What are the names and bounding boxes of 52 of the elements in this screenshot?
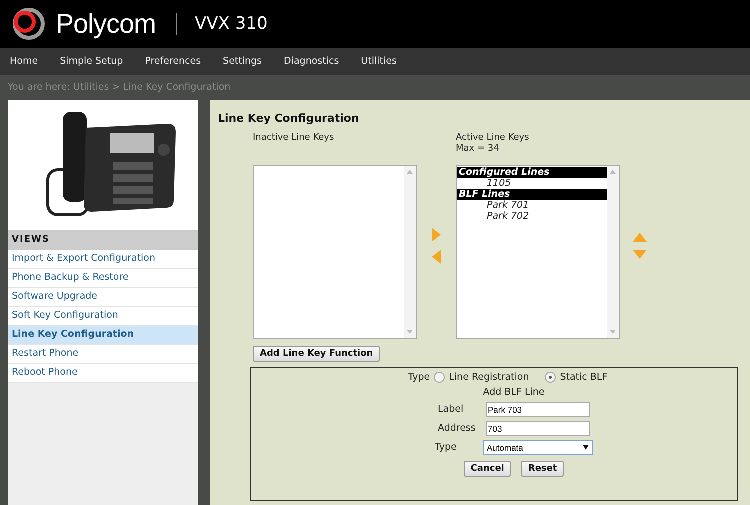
field-label: Address	[438, 423, 477, 434]
move-up-icon[interactable]	[632, 233, 646, 242]
radio-label: Line Registration	[449, 372, 530, 383]
radio-label: Static BLF	[560, 372, 608, 383]
type-dropdown[interactable]: Automata	[483, 440, 593, 455]
type-label: Type	[408, 372, 430, 383]
list-label: Inactive Line Keys	[253, 133, 336, 144]
active-keys-list[interactable]: Configured Lines 1105 BLF Lines Park 701 Park 702	[456, 165, 620, 339]
move-left-icon[interactable]	[432, 250, 441, 264]
model-name: VVX 310	[195, 14, 268, 34]
page-title: Line Key Configuration	[218, 112, 360, 125]
sidebar-item[interactable]: Soft Key Configuration	[8, 307, 198, 326]
nav-link[interactable]: Simple Setup	[60, 56, 124, 67]
scroll-down-icon[interactable]	[610, 330, 616, 334]
list-item[interactable]: Park 701	[457, 200, 607, 211]
add-line-key-button[interactable]: Add Line Key Function	[253, 346, 380, 362]
breadcrumb: You are here: Utilities > Line Key Configuration	[8, 82, 231, 93]
scroll-down-icon[interactable]	[407, 330, 413, 334]
caret-icon	[583, 445, 589, 450]
sidebar-item[interactable]: Import & Export Configuration	[8, 250, 198, 269]
form-subtitle: Add BLF Line	[483, 387, 545, 398]
radio-button[interactable]	[434, 372, 446, 383]
nav-link[interactable]: Settings	[223, 56, 262, 67]
sidebar-item[interactable]: Phone Backup & Restore	[8, 269, 198, 288]
form-button[interactable]: Cancel	[464, 461, 512, 477]
nav-link[interactable]: Diagnostics	[284, 56, 340, 67]
logo-icon	[12, 7, 46, 41]
views-heading: VIEWS	[8, 230, 198, 250]
sidebar-item[interactable]: Restart Phone	[8, 345, 198, 364]
nav-link[interactable]: Home	[10, 56, 38, 67]
group-header: BLF Lines	[457, 189, 607, 200]
sidebar-item[interactable]: Software Upgrade	[8, 288, 198, 307]
nav-link[interactable]: Utilities	[361, 56, 397, 67]
scroll-up-icon[interactable]	[610, 170, 616, 174]
brand-name: Polycom	[56, 8, 156, 40]
list-item[interactable]: Park 702	[457, 211, 607, 222]
move-down-icon[interactable]	[632, 250, 646, 259]
form-button[interactable]: Reset	[521, 461, 564, 477]
nav-link[interactable]: Preferences	[145, 56, 202, 67]
sidebar-item[interactable]: Reboot Phone	[8, 364, 198, 383]
field-label: Type	[435, 442, 458, 453]
list-label: Active Line Keys	[456, 133, 530, 144]
move-right-icon[interactable]	[432, 228, 441, 242]
list-item[interactable]: 1105	[457, 178, 607, 189]
scroll-up-icon[interactable]	[407, 170, 413, 174]
text-field[interactable]: 703	[486, 421, 590, 436]
max-note: Max = 34	[456, 144, 500, 155]
text-field[interactable]: Park 703	[486, 402, 590, 417]
sidebar-item[interactable]: Line Key Configuration	[8, 326, 198, 345]
field-label: Label	[438, 404, 465, 415]
radio-button[interactable]	[545, 372, 556, 383]
group-header: Configured Lines	[457, 167, 607, 178]
